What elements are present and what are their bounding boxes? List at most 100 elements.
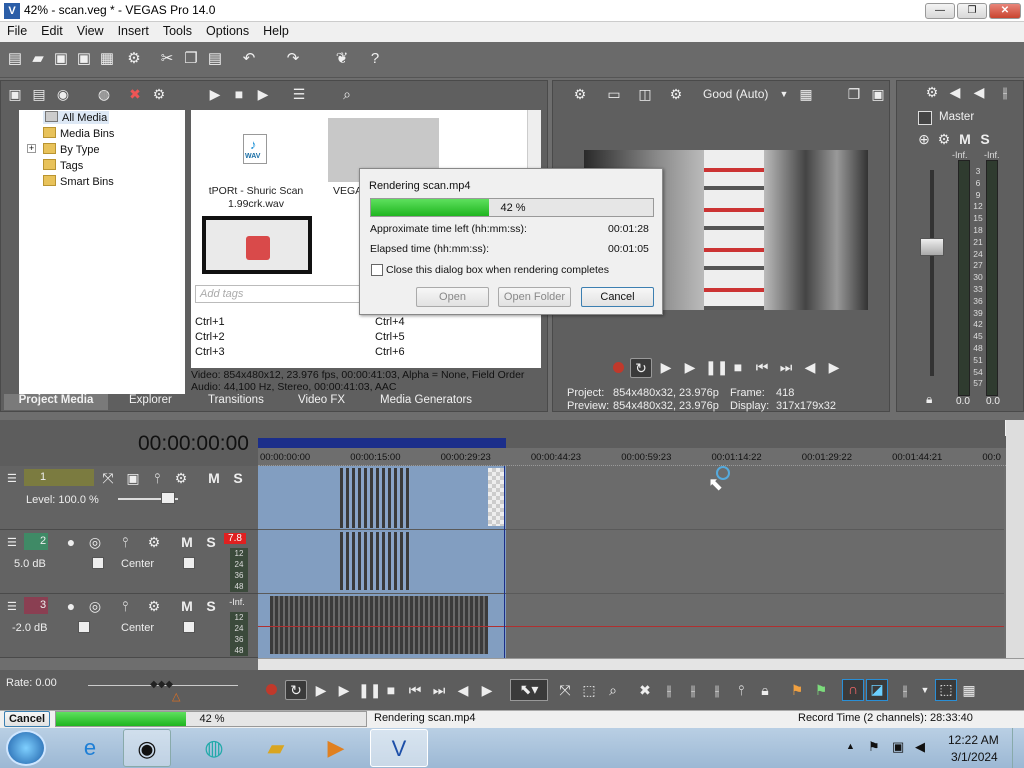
track-settings-icon[interactable]: ⚙ xyxy=(145,533,163,551)
tab-project-media[interactable]: Project Media xyxy=(4,394,108,410)
stop-icon[interactable]: ■ xyxy=(729,358,747,376)
play-from-start-icon[interactable]: ▶ xyxy=(312,681,330,699)
mute-button[interactable]: M xyxy=(205,469,223,487)
dialog-cancel-button[interactable]: Cancel xyxy=(581,287,654,307)
web-icon[interactable]: ◍ xyxy=(95,85,113,103)
tab-explorer[interactable]: Explorer xyxy=(129,394,172,410)
lock-icon[interactable]: 🔒︎ xyxy=(926,392,932,407)
media-player-icon[interactable]: ▶ xyxy=(312,729,360,767)
minimize-button[interactable]: — xyxy=(925,3,955,19)
loop-icon[interactable]: ↻ xyxy=(630,358,652,378)
audio-event-track-3[interactable] xyxy=(270,596,488,654)
track-minimize-icon[interactable]: ☰ xyxy=(7,472,17,485)
record-icon[interactable] xyxy=(266,684,277,695)
clock-date[interactable]: 3/1/2024 xyxy=(951,750,998,764)
render-icon[interactable]: ▦ xyxy=(98,50,116,68)
firefox-icon[interactable]: ◉ xyxy=(123,729,171,767)
go-to-start-icon[interactable]: ⏮ xyxy=(406,681,424,699)
cut-icon[interactable]: ✂ xyxy=(158,50,176,68)
redo-icon[interactable]: ↷ xyxy=(284,50,302,68)
media-file-name[interactable]: tPORt - Shuric Scan xyxy=(205,185,307,197)
menu-edit[interactable]: Edit xyxy=(34,22,70,40)
region-icon[interactable]: ⚑ xyxy=(812,681,830,699)
pan-slider-handle[interactable] xyxy=(183,621,195,633)
ripple-icon[interactable]: ⫯ xyxy=(732,681,750,699)
split-icon[interactable]: ⫲ xyxy=(708,681,726,699)
vegas-taskbar-icon[interactable]: V xyxy=(370,729,428,767)
pan-slider-handle[interactable] xyxy=(183,557,195,569)
tab-media-generators[interactable]: Media Generators xyxy=(380,394,472,410)
bus-downmix-icon[interactable]: ◀ xyxy=(970,83,988,101)
paste-icon[interactable]: ▤ xyxy=(206,50,224,68)
previous-frame-icon[interactable]: ◀ xyxy=(801,358,819,376)
remove-icon[interactable]: ✖ xyxy=(126,85,144,103)
loop-playback-icon[interactable]: ↻ xyxy=(285,680,307,700)
tree-item-media-bins[interactable]: Media Bins xyxy=(43,127,114,140)
track-minimize-icon[interactable]: ☰ xyxy=(7,600,17,613)
close-button[interactable]: ✕ xyxy=(989,3,1021,19)
maximize-button[interactable]: ❐ xyxy=(957,3,987,19)
bus-fx-icon[interactable]: ◀ xyxy=(946,83,964,101)
preview-settings-icon[interactable]: ⚙ xyxy=(571,85,589,103)
trim-end-icon[interactable]: ⫲ xyxy=(684,681,702,699)
tab-transitions[interactable]: Transitions xyxy=(208,394,264,410)
solo-button[interactable]: S xyxy=(202,533,220,551)
search-icon[interactable]: ⌕ xyxy=(338,85,356,103)
solo-button[interactable]: S xyxy=(202,597,220,615)
capture-icon[interactable]: ▤ xyxy=(30,85,48,103)
tree-item-smart-bins[interactable]: Smart Bins xyxy=(43,175,114,188)
tray-expand-icon[interactable]: ▲ xyxy=(846,741,855,751)
auto-preview-icon[interactable]: ▶ xyxy=(254,85,272,103)
volume-slider-handle[interactable] xyxy=(92,557,104,569)
compositing-icon[interactable]: ⫯ xyxy=(148,469,166,487)
open-folder-button[interactable]: Open Folder xyxy=(498,287,571,307)
go-to-end-icon[interactable]: ⏭ xyxy=(777,358,795,376)
dropdown-arrow-icon[interactable]: ▼ xyxy=(775,85,793,103)
level-slider-handle[interactable] xyxy=(161,492,175,504)
marker-bar[interactable] xyxy=(258,438,506,448)
volume-envelope[interactable] xyxy=(258,626,1004,627)
new-file-icon[interactable]: ▤ xyxy=(6,50,24,68)
delete-icon[interactable]: ✖ xyxy=(636,681,654,699)
expand-icon[interactable]: + xyxy=(27,144,36,153)
play-icon[interactable]: ▶ xyxy=(206,85,224,103)
tags-input[interactable]: Add tags xyxy=(195,285,361,303)
stop-icon[interactable]: ■ xyxy=(382,681,400,699)
chat-app-icon[interactable]: ◍ xyxy=(190,729,238,767)
save-snapshot-icon[interactable]: ▣ xyxy=(869,85,887,103)
lock-envelopes-icon[interactable]: ⬚ xyxy=(935,679,957,701)
menu-insert[interactable]: Insert xyxy=(111,22,156,40)
preview-quality-dropdown[interactable]: Good (Auto) xyxy=(703,87,768,101)
pause-icon[interactable]: ❚❚ xyxy=(358,681,381,699)
track-settings-icon[interactable]: ⚙ xyxy=(145,597,163,615)
next-frame-icon[interactable]: ▶ xyxy=(478,681,496,699)
track-settings-icon[interactable]: ⚙ xyxy=(172,469,190,487)
invert-phase-icon[interactable]: ◎ xyxy=(86,597,104,615)
tree-item-by-type[interactable]: By Type xyxy=(43,143,100,156)
timeline-area[interactable]: ⬉ xyxy=(258,466,1004,658)
video-event[interactable] xyxy=(340,468,410,528)
close-when-done-checkbox[interactable] xyxy=(371,264,383,276)
bus-channels-icon[interactable]: ⫲ xyxy=(996,83,1014,101)
pause-icon[interactable]: ❚❚ xyxy=(705,358,728,376)
open-folder-icon[interactable]: ▰ xyxy=(29,50,47,68)
selection-tool-icon[interactable]: ⬚ xyxy=(580,681,598,699)
zoom-tool-icon[interactable]: ⌕ xyxy=(604,681,622,699)
previous-frame-icon[interactable]: ◀ xyxy=(454,681,472,699)
network-icon[interactable]: ▣ xyxy=(892,739,904,755)
normal-edit-tool-icon[interactable]: ⬉▾ xyxy=(510,679,548,701)
save-as-icon[interactable]: ▣ xyxy=(75,50,93,68)
tree-item-all-media[interactable]: All Media xyxy=(43,111,110,124)
track-motion-icon[interactable]: ⤧ xyxy=(99,469,117,487)
lock-icon[interactable]: 🔒︎ xyxy=(756,681,774,699)
track-fx-icon[interactable]: ▣ xyxy=(124,469,142,487)
play-icon[interactable]: ▶ xyxy=(681,358,699,376)
arm-record-icon[interactable]: ● xyxy=(62,597,80,615)
auto-crossfade-icon[interactable]: ◪ xyxy=(866,679,888,701)
marker-icon[interactable]: ⚑ xyxy=(788,681,806,699)
import-media-icon[interactable]: ▣ xyxy=(6,85,24,103)
undo-icon[interactable]: ↶ xyxy=(240,50,258,68)
track-fx-icon[interactable]: ⫯ xyxy=(116,533,134,551)
tab-video-fx[interactable]: Video FX xyxy=(298,394,345,410)
properties-icon[interactable]: ⚙ xyxy=(125,50,143,68)
